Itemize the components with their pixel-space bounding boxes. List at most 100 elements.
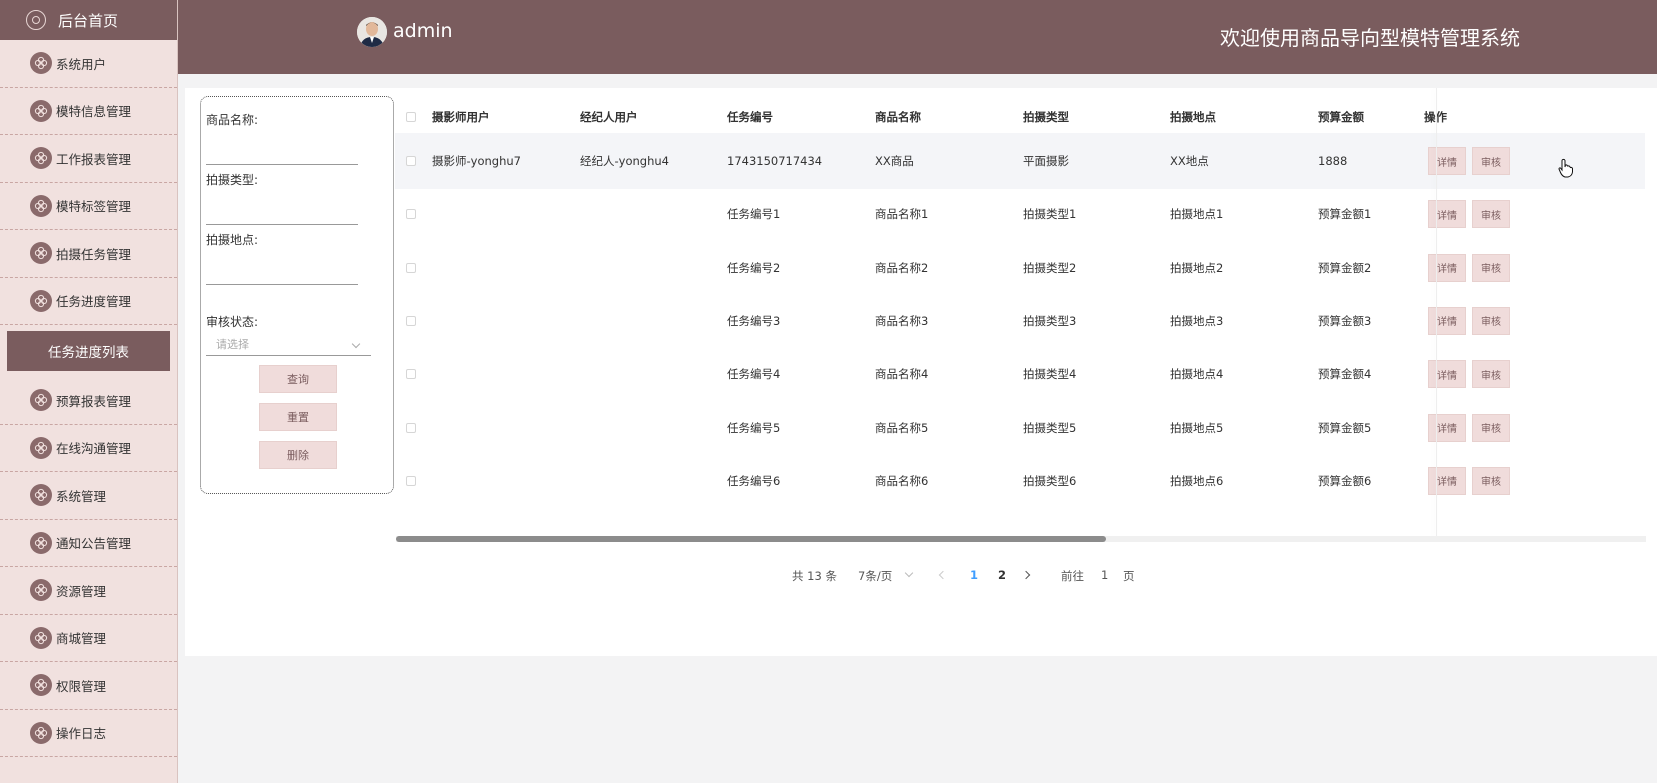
sidebar-home-label: 后台首页: [58, 11, 119, 30]
scrollbar-thumb[interactable]: [396, 536, 1106, 542]
row-checkbox[interactable]: [406, 209, 416, 220]
shoot-type-input[interactable]: [206, 224, 358, 225]
sidebar-item-notice-management[interactable]: 通知公告管理: [0, 520, 177, 567]
review-button[interactable]: 审核: [1472, 360, 1510, 389]
next-page-icon[interactable]: [1021, 570, 1031, 580]
table-row[interactable]: 任务编号5 商品名称5 拍摄类型5 拍摄地点5 预算金额5 详情 审核: [395, 400, 1645, 456]
chevron-down-icon: [351, 339, 361, 349]
reset-button[interactable]: 重置: [259, 403, 337, 431]
sidebar-item-online-chat[interactable]: 在线沟通管理: [0, 425, 177, 472]
flower-icon: [30, 389, 52, 412]
sidebar-item-budget-report[interactable]: 预算报表管理: [0, 377, 177, 425]
detail-button[interactable]: 详情: [1428, 413, 1466, 442]
row-checkbox[interactable]: [406, 422, 416, 433]
sidebar-item-mall-management[interactable]: 商城管理: [0, 615, 177, 662]
review-status-select[interactable]: 请选择: [206, 336, 371, 356]
horizontal-scrollbar[interactable]: [396, 536, 1646, 542]
row-checkbox[interactable]: [406, 262, 416, 273]
flower-icon: [30, 52, 52, 75]
sidebar-item-label: 拍摄任务管理: [56, 246, 132, 262]
sidebar-item-shoot-tasks[interactable]: 拍摄任务管理: [0, 230, 177, 278]
table-cell: 预算金额4: [1318, 367, 1372, 382]
sidebar-item-model-tags[interactable]: 模特标签管理: [0, 183, 177, 230]
sidebar-item-resource-management[interactable]: 资源管理: [0, 567, 177, 615]
sidebar-home[interactable]: 后台首页: [0, 0, 177, 40]
sidebar: 后台首页 系统用户 模特信息管理 工作报表管理 模特标签管理 拍摄任务管理 任务进度管理 …: [0, 0, 178, 783]
flower-icon: [30, 242, 52, 265]
table-cell: 任务编号1: [727, 207, 781, 222]
task-progress-table: 摄影师用户经纪人用户任务编号商品名称拍摄类型拍摄地点预算金额操作 摄影师-yon…: [395, 88, 1645, 542]
detail-button[interactable]: 详情: [1428, 466, 1466, 495]
row-checkbox[interactable]: [406, 475, 416, 486]
table-row[interactable]: 任务编号2 商品名称2 拍摄类型2 拍摄地点2 预算金额2 详情 审核: [395, 240, 1645, 296]
page-1[interactable]: 1: [970, 568, 978, 582]
page-size-select[interactable]: 7条/页: [858, 568, 892, 584]
flower-icon: [30, 721, 52, 744]
goto-input[interactable]: 1: [1101, 568, 1108, 582]
row-checkbox[interactable]: [406, 156, 416, 166]
column-header: 拍摄地点: [1170, 110, 1216, 124]
avatar[interactable]: [357, 17, 387, 47]
review-button[interactable]: 审核: [1472, 147, 1510, 175]
sidebar-item-label: 通知公告管理: [56, 536, 132, 552]
prev-page-icon[interactable]: [938, 570, 948, 580]
detail-button[interactable]: 详情: [1428, 147, 1466, 175]
table-cell: 预算金额1: [1318, 207, 1372, 222]
table-cell: 任务编号5: [727, 420, 781, 435]
sidebar-item-operation-log[interactable]: 操作日志: [0, 710, 177, 757]
sidebar-subitem-task-progress-list[interactable]: 任务进度列表: [7, 331, 170, 371]
delete-button[interactable]: 删除: [259, 441, 337, 469]
detail-button[interactable]: 详情: [1428, 360, 1466, 389]
sidebar-item-label: 资源管理: [56, 583, 107, 599]
review-button[interactable]: 审核: [1472, 466, 1510, 495]
table-cell: 商品名称4: [875, 367, 929, 382]
table-cell: 商品名称2: [875, 260, 929, 275]
avatar-icon: [357, 17, 387, 47]
sidebar-item-work-report[interactable]: 工作报表管理: [0, 135, 177, 183]
product-name-input[interactable]: [206, 164, 358, 165]
table-row[interactable]: 摄影师-yonghu7 经纪人-yonghu4 1743150717434 XX商品 平…: [395, 133, 1645, 189]
row-checkbox[interactable]: [406, 369, 416, 380]
select-all-checkbox[interactable]: [406, 112, 416, 122]
review-button[interactable]: 审核: [1472, 306, 1510, 335]
sidebar-item-system-users[interactable]: 系统用户: [0, 40, 177, 88]
sidebar-item-permission-management[interactable]: 权限管理: [0, 662, 177, 710]
table-cell: 拍摄地点3: [1170, 313, 1224, 328]
table-cell: 拍摄类型5: [1023, 420, 1077, 435]
table-cell: 拍摄类型6: [1023, 473, 1077, 488]
table-cell: 拍摄类型2: [1023, 260, 1077, 275]
sidebar-item-task-progress[interactable]: 任务进度管理: [0, 278, 177, 325]
table-cell: XX地点: [1170, 154, 1209, 168]
sidebar-item-label: 在线沟通管理: [56, 441, 132, 457]
flower-icon: [30, 579, 52, 602]
review-button[interactable]: 审核: [1472, 253, 1510, 282]
product-name-label: 商品名称:: [206, 113, 259, 127]
table-row[interactable]: 任务编号1 商品名称1 拍摄类型1 拍摄地点1 预算金额1 详情 审核: [395, 186, 1645, 242]
detail-button[interactable]: 详情: [1428, 200, 1466, 229]
table-row[interactable]: 任务编号4 商品名称4 拍摄类型4 拍摄地点4 预算金额4 详情 审核: [395, 346, 1645, 402]
sidebar-item-label: 商城管理: [56, 631, 107, 647]
row-checkbox[interactable]: [406, 315, 416, 326]
column-header: 摄影师用户: [432, 110, 490, 124]
flower-icon: [30, 484, 52, 507]
table-cell: 预算金额6: [1318, 473, 1372, 488]
table-row[interactable]: 任务编号3 商品名称3 拍摄类型3 拍摄地点3 预算金额3 详情 审核: [395, 293, 1645, 349]
sidebar-item-label: 权限管理: [56, 678, 107, 694]
review-button[interactable]: 审核: [1472, 413, 1510, 442]
table-cell: 拍摄地点1: [1170, 207, 1224, 222]
sidebar-item-system-management[interactable]: 系统管理: [0, 472, 177, 520]
sidebar-item-label: 模特信息管理: [56, 104, 132, 120]
detail-button[interactable]: 详情: [1428, 306, 1466, 335]
column-header: 任务编号: [727, 110, 773, 124]
sidebar-item-model-info[interactable]: 模特信息管理: [0, 88, 177, 135]
sidebar-item-label: 模特标签管理: [56, 199, 132, 215]
table-cell: 拍摄地点6: [1170, 473, 1224, 488]
location-input[interactable]: [206, 284, 358, 285]
query-button[interactable]: 查询: [259, 365, 337, 393]
detail-button[interactable]: 详情: [1428, 253, 1466, 282]
table-row[interactable]: 任务编号6 商品名称6 拍摄类型6 拍摄地点6 预算金额6 详情 审核: [395, 453, 1645, 509]
top-header: admin 欢迎使用商品导向型模特管理系统: [178, 0, 1657, 74]
page-2[interactable]: 2: [998, 568, 1006, 582]
review-status-label: 审核状态:: [206, 315, 259, 329]
review-button[interactable]: 审核: [1472, 200, 1510, 229]
